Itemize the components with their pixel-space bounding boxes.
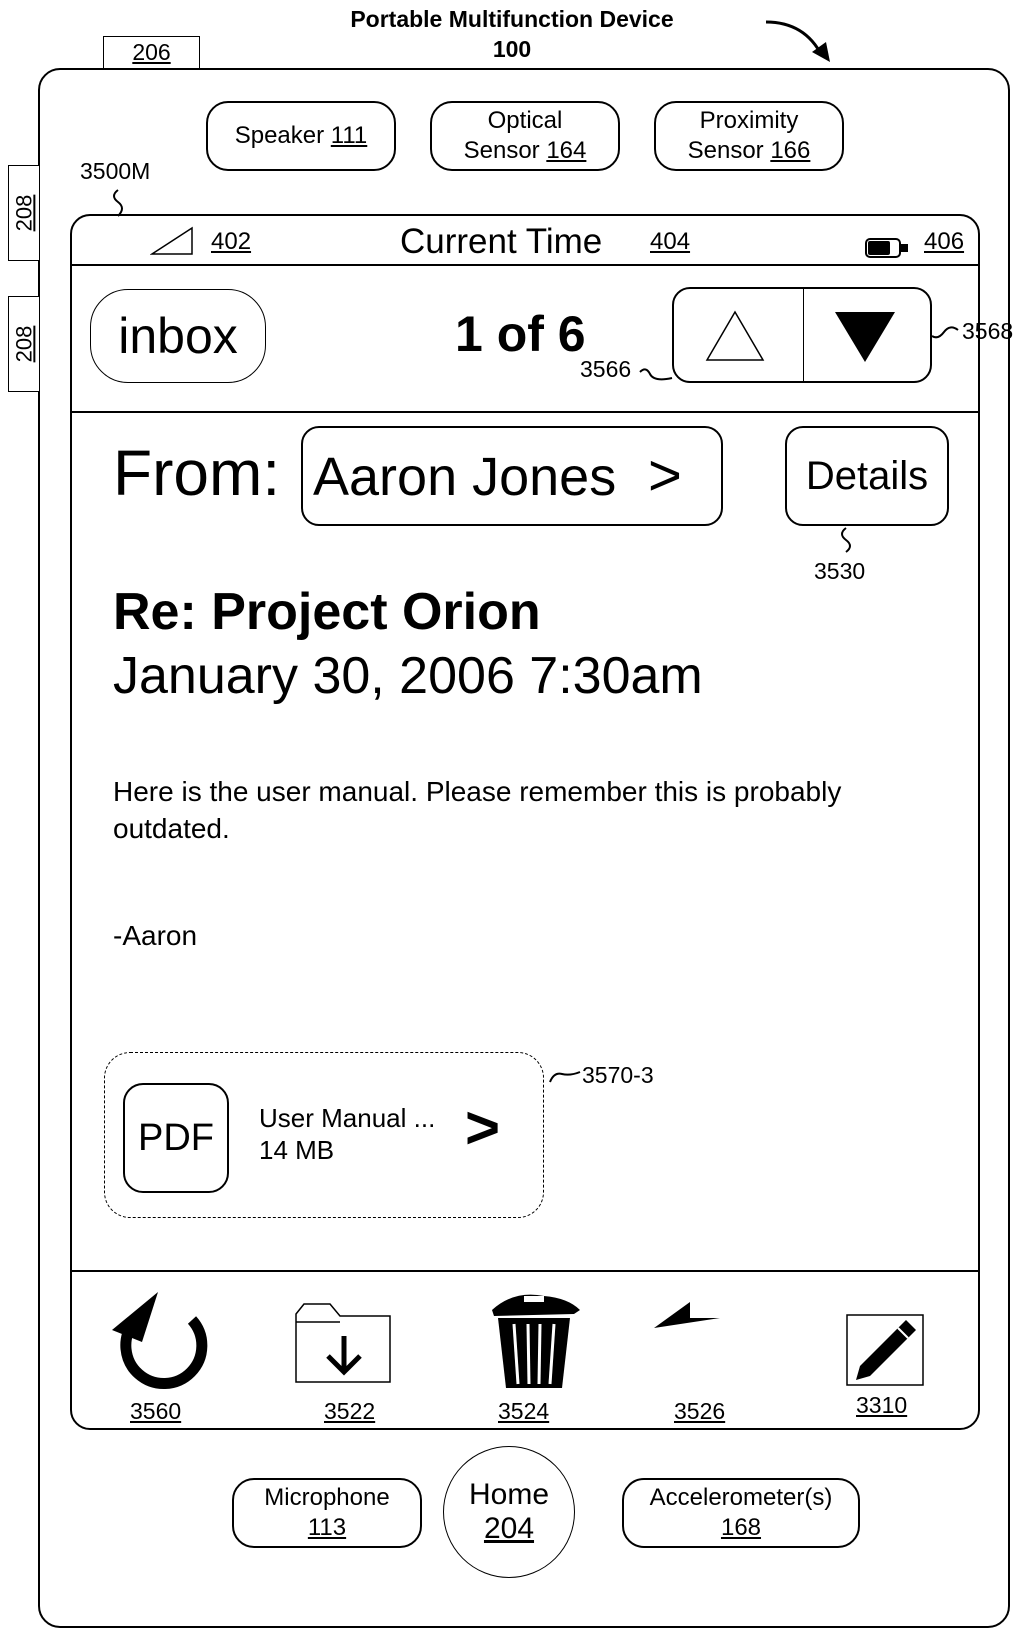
speaker-label: Speaker: [234, 122, 325, 149]
microphone-ref: 113: [307, 1514, 347, 1541]
attachment-item[interactable]: PDF User Manual ... 14 MB >: [104, 1052, 544, 1218]
nav-buttons-ref: 3568: [962, 318, 1014, 344]
device-title: Portable Multifunction Device: [350, 6, 674, 32]
attachment-leader: [549, 1071, 581, 1083]
message-counter: 1 of 6: [455, 306, 586, 362]
refresh-button[interactable]: [106, 1290, 216, 1390]
trash-ref: 3524: [498, 1398, 550, 1424]
tab-206-ref: 206: [132, 39, 171, 65]
accelerometer-label: Accelerometer(s): [649, 1484, 833, 1511]
microphone-label: Microphone: [264, 1484, 390, 1511]
proximity-ref: 166: [770, 137, 811, 164]
attachment-size: 14 MB: [259, 1135, 335, 1165]
message-nav-buttons: [672, 287, 932, 383]
signal-ref: 402: [211, 228, 252, 255]
attachment-name: User Manual ...: [259, 1103, 436, 1133]
tab-206: 206: [103, 36, 200, 70]
screen-ref: 3500M: [80, 158, 151, 184]
current-time: Current Time: [400, 222, 603, 261]
reply-ref: 3526: [674, 1398, 726, 1424]
proximity-sensor-component: Proximity Sensor 166: [654, 101, 844, 171]
message-signature: -Aaron: [113, 920, 198, 951]
optical-sensor-component: Optical Sensor 164: [430, 101, 620, 171]
details-button[interactable]: Details: [785, 426, 949, 526]
reply-button[interactable]: [650, 1300, 756, 1380]
sender-name: Aaron Jones: [313, 447, 617, 507]
side-button-ref: 208: [11, 325, 36, 363]
device-arrow: [765, 20, 830, 62]
toolbar-divider: [72, 1270, 978, 1272]
sender-button[interactable]: Aaron Jones >: [301, 426, 723, 526]
home-button[interactable]: Home 204: [443, 1446, 575, 1578]
microphone-component: Microphone 113: [232, 1478, 422, 1548]
details-label: Details: [805, 453, 929, 498]
compose-icon: [846, 1314, 924, 1386]
attachment-ref: 3570-3: [582, 1062, 654, 1088]
refresh-ref: 3560: [130, 1398, 182, 1424]
time-ref: 404: [650, 228, 691, 255]
refresh-icon: [112, 1292, 208, 1389]
message-body-line-1: Here is the user manual. Please remember…: [113, 776, 842, 807]
pdf-icon: PDF: [123, 1083, 229, 1193]
nav-buttons-leader: [931, 326, 959, 339]
triangle-up-icon: [705, 310, 765, 361]
side-button-208-top: 208: [8, 165, 40, 261]
move-to-folder-icon: [295, 1303, 391, 1383]
proximity-label: Proximity: [699, 107, 799, 134]
trash-icon: [492, 1294, 580, 1388]
status-bar-divider: [72, 264, 978, 266]
battery-ref: 406: [924, 228, 965, 255]
message-body-line-2: outdated.: [113, 813, 230, 844]
triangle-down-icon: [835, 312, 895, 362]
up-button-ref: 3566: [580, 356, 632, 382]
compose-button[interactable]: [846, 1314, 924, 1386]
message-subject: Re: Project Orion: [113, 583, 541, 641]
move-ref: 3522: [324, 1398, 376, 1424]
sender-chevron-icon: >: [648, 443, 682, 508]
proximity-label-2: Sensor: [687, 137, 764, 164]
side-button-208-bottom: 208: [8, 296, 40, 392]
message-date: January 30, 2006 7:30am: [113, 647, 703, 705]
speaker-ref: 111: [330, 122, 368, 149]
home-ref: 204: [483, 1512, 535, 1545]
next-message-button[interactable]: [804, 289, 930, 381]
previous-message-button[interactable]: [674, 289, 804, 381]
signal-icon: [150, 226, 193, 255]
inbox-label: inbox: [118, 308, 238, 364]
nav-bar-divider: [72, 411, 978, 413]
accelerometer-component: Accelerometer(s) 168: [622, 1478, 860, 1548]
reply-icon: [654, 1302, 720, 1328]
move-button[interactable]: [292, 1300, 398, 1386]
optical-ref: 164: [546, 137, 587, 164]
details-ref: 3530: [814, 558, 866, 584]
compose-ref: 3310: [856, 1392, 908, 1418]
inbox-button[interactable]: inbox: [90, 289, 266, 383]
optical-label-2: Sensor: [463, 137, 540, 164]
accelerometer-ref: 168: [720, 1514, 762, 1541]
optical-label: Optical: [487, 107, 563, 134]
pdf-label: PDF: [138, 1116, 214, 1159]
from-label: From:: [113, 437, 281, 509]
speaker-component: Speaker 111: [206, 101, 396, 171]
trash-button[interactable]: [484, 1290, 584, 1390]
details-leader: [841, 527, 851, 553]
home-label: Home: [468, 1478, 550, 1511]
up-button-leader: [639, 368, 673, 381]
attachment-chevron-icon: >: [465, 1094, 501, 1161]
battery-icon: [865, 238, 908, 258]
side-button-ref: 208: [11, 194, 36, 232]
